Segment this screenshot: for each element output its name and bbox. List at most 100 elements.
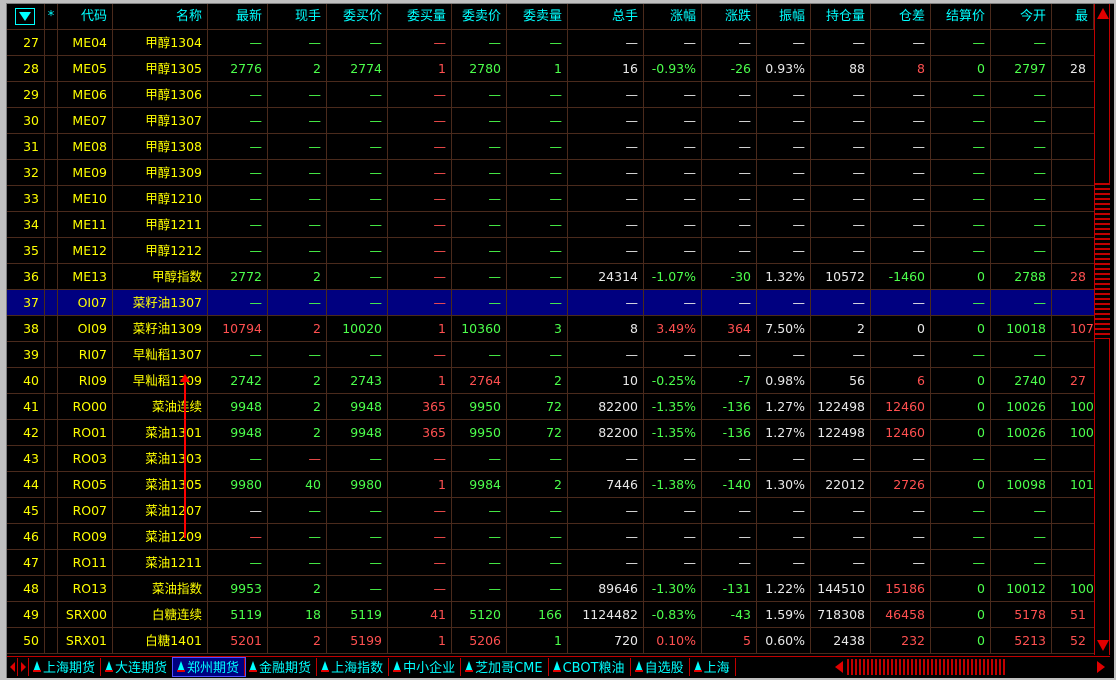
tab-market[interactable]: 大连期货 — [101, 657, 174, 676]
table-row[interactable]: 29 ME06 甲醇1306— — — — — — — — — — — — — — — [7, 82, 1094, 108]
triangle-tab-icon — [33, 661, 41, 672]
cell-ask-price: 5206 — [452, 628, 507, 654]
table-row[interactable]: 31 ME08 甲醇1308— — — — — — — — — — — — — — — [7, 134, 1094, 160]
cell-open: 10026 — [991, 420, 1052, 446]
table-row[interactable]: 30 ME07 甲醇1307— — — — — — — — — — — — — — — [7, 108, 1094, 134]
cell-oi-change: — — [871, 342, 931, 368]
cell-oi-change: — — [871, 238, 931, 264]
table-row[interactable]: 37 OI07 菜籽油1307— — — — — — — — — — — — — — — [7, 290, 1094, 316]
cell-change: — — [702, 550, 757, 576]
cell-change-pct: — — [644, 82, 702, 108]
tab-market[interactable]: 上海 — [690, 657, 736, 676]
header-volume-now[interactable]: 现手 — [268, 4, 327, 30]
cell-settle: 0 — [931, 628, 991, 654]
cell-name: 早籼稻1307 — [113, 342, 208, 368]
table-row[interactable]: 28 ME05 甲醇1305 2776 2 2774 1 2780 1 16 -0.93% -26 0.… — [7, 56, 1094, 82]
header-star[interactable]: * — [45, 4, 58, 30]
cell-code: RI07 — [58, 342, 113, 368]
header-open[interactable]: 今开 — [991, 4, 1052, 30]
tab-market[interactable]: CBOT粮油 — [549, 657, 631, 676]
cell-oi-change: 2726 — [871, 472, 931, 498]
table-row[interactable]: 40 RI09 早籼稻1309 2742 2 2743 1 2764 2 10 -0.25% -7 0.… — [7, 368, 1094, 394]
header-change-pct[interactable]: 涨幅 — [644, 4, 702, 30]
header-code[interactable]: 代码 — [58, 4, 113, 30]
cell-change-pct: — — [644, 498, 702, 524]
table-row[interactable]: 49 SRX00 白糖连续 5119 18 5119 41 5120 166 1124482 -0.… — [7, 602, 1094, 628]
cell-name: 甲醇1304 — [113, 30, 208, 56]
table-header-row[interactable]: * 代码 名称 最新 现手 委买价 委买量 委卖价 委卖量 总手 涨幅 涨跌 振幅 持仓量 仓差 结算价 今开最 — [7, 4, 1094, 30]
header-last[interactable]: 最新 — [208, 4, 268, 30]
cell-open: — — [991, 134, 1052, 160]
scroll-up-arrow-icon[interactable] — [1097, 8, 1109, 19]
table-row[interactable]: 44 RO05 菜油1305 9980 40 9980 1 9984 2 7446 -1.38% -1… — [7, 472, 1094, 498]
header-oi-change[interactable]: 仓差 — [871, 4, 931, 30]
tab-market[interactable]: 自选股 — [631, 657, 690, 676]
header-total-volume[interactable]: 总手 — [568, 4, 644, 30]
cell-last: — — [208, 30, 268, 56]
cell-change: — — [702, 524, 757, 550]
cell-open-interest: — — [811, 498, 871, 524]
scroll-right-arrow-icon[interactable] — [1097, 661, 1105, 673]
cell-star — [45, 550, 58, 576]
cell-high — [1052, 290, 1094, 316]
cell-code: SRX00 — [58, 602, 113, 628]
table-row[interactable]: 43 RO03 菜油1303— — — — — — — — — — — — — — — [7, 446, 1094, 472]
table-row[interactable]: 27 ME04 甲醇1304— — — — — — — — — — — — — — — [7, 30, 1094, 56]
cell-amplitude: — — [757, 446, 811, 472]
table-row[interactable]: 47 RO11 菜油1211— — — — — — — — — — — — — — — [7, 550, 1094, 576]
scroll-down-arrow-icon[interactable] — [1097, 640, 1109, 651]
table-row[interactable]: 35 ME12 甲醇1212— — — — — — — — — — — — — — — [7, 238, 1094, 264]
cell-name: 甲醇1212 — [113, 238, 208, 264]
table-row[interactable]: 50 SRX01 白糖1401 5201 2 5199 1 5206 1 720 0.10% 5 0.6… — [7, 628, 1094, 654]
header-amplitude[interactable]: 振幅 — [757, 4, 811, 30]
table-row[interactable]: 34 ME11 甲醇1211— — — — — — — — — — — — — — — [7, 212, 1094, 238]
scroll-left-arrow-icon[interactable] — [835, 661, 843, 673]
column-menu-button[interactable] — [15, 8, 35, 25]
cell-open: — — [991, 186, 1052, 212]
cell-index: 32 — [7, 160, 45, 186]
header-open-interest[interactable]: 持仓量 — [811, 4, 871, 30]
cell-volume-now: — — [268, 446, 327, 472]
cell-total-volume: — — [568, 550, 644, 576]
cell-code: ME11 — [58, 212, 113, 238]
vertical-scrollbar[interactable] — [1094, 4, 1110, 655]
cell-bid-volume: — — [388, 264, 452, 290]
table-row[interactable]: 45 RO07 菜油1207— — — — — — — — — — — — — — — [7, 498, 1094, 524]
table-row[interactable]: 33 ME10 甲醇1210— — — — — — — — — — — — — — — [7, 186, 1094, 212]
tab-prev-button[interactable] — [7, 657, 18, 676]
tab-market[interactable]: 中小企业 — [389, 657, 462, 676]
cell-code: RO11 — [58, 550, 113, 576]
cell-open: 2797 — [991, 56, 1052, 82]
cell-last: 5201 — [208, 628, 268, 654]
header-high[interactable]: 最 — [1052, 4, 1094, 30]
table-row[interactable]: 32 ME09 甲醇1309— — — — — — — — — — — — — — — [7, 160, 1094, 186]
cell-ask-price: — — [452, 576, 507, 602]
header-bid-volume[interactable]: 委买量 — [388, 4, 452, 30]
tab-next-button[interactable] — [18, 657, 29, 676]
header-change[interactable]: 涨跌 — [702, 4, 757, 30]
horizontal-scrollbar[interactable] — [833, 658, 1109, 676]
header-bid-price[interactable]: 委买价 — [327, 4, 388, 30]
table-row[interactable]: 36 ME13 甲醇指数 2772 2— — — —24314 -1.07% -30 1.32% 10… — [7, 264, 1094, 290]
table-row[interactable]: 46 RO09 菜油1209— — — — — — — — — — — — — — — [7, 524, 1094, 550]
table-row[interactable]: 42 RO01 菜油1301 9948 2 9948 365 9950 72 82200 -1.35… — [7, 420, 1094, 446]
header-ask-volume[interactable]: 委卖量 — [507, 4, 568, 30]
horizontal-scroll-thumb[interactable] — [847, 659, 1007, 675]
vertical-scroll-thumb[interactable] — [1095, 183, 1110, 339]
red-pointer-arrow-icon — [180, 374, 190, 538]
table-row[interactable]: 48 RO13 菜油指数 9953 2— — — —89646 -1.30% -131 1.22% 1… — [7, 576, 1094, 602]
tab-market[interactable]: 上海期货 — [29, 657, 102, 676]
cell-change: — — [702, 186, 757, 212]
table-row[interactable]: 39 RI07 早籼稻1307— — — — — — — — — — — — — — — [7, 342, 1094, 368]
tab-market[interactable]: 芝加哥CME — [461, 657, 549, 676]
table-row[interactable]: 41 RO00 菜油连续 9948 2 9948 365 9950 72 82200 -1.35% -… — [7, 394, 1094, 420]
table-row[interactable]: 38 OI09 菜籽油1309 10794 2 10020 1 10360 3 8 3.49% 364… — [7, 316, 1094, 342]
cell-ask-volume: — — [507, 186, 568, 212]
tab-market[interactable]: 金融期货 — [245, 657, 318, 676]
cell-settle: 0 — [931, 394, 991, 420]
header-name[interactable]: 名称 — [113, 4, 208, 30]
tab-market[interactable]: 郑州期货 — [172, 656, 247, 677]
header-ask-price[interactable]: 委卖价 — [452, 4, 507, 30]
header-settle[interactable]: 结算价 — [931, 4, 991, 30]
tab-market[interactable]: 上海指数 — [317, 657, 390, 676]
